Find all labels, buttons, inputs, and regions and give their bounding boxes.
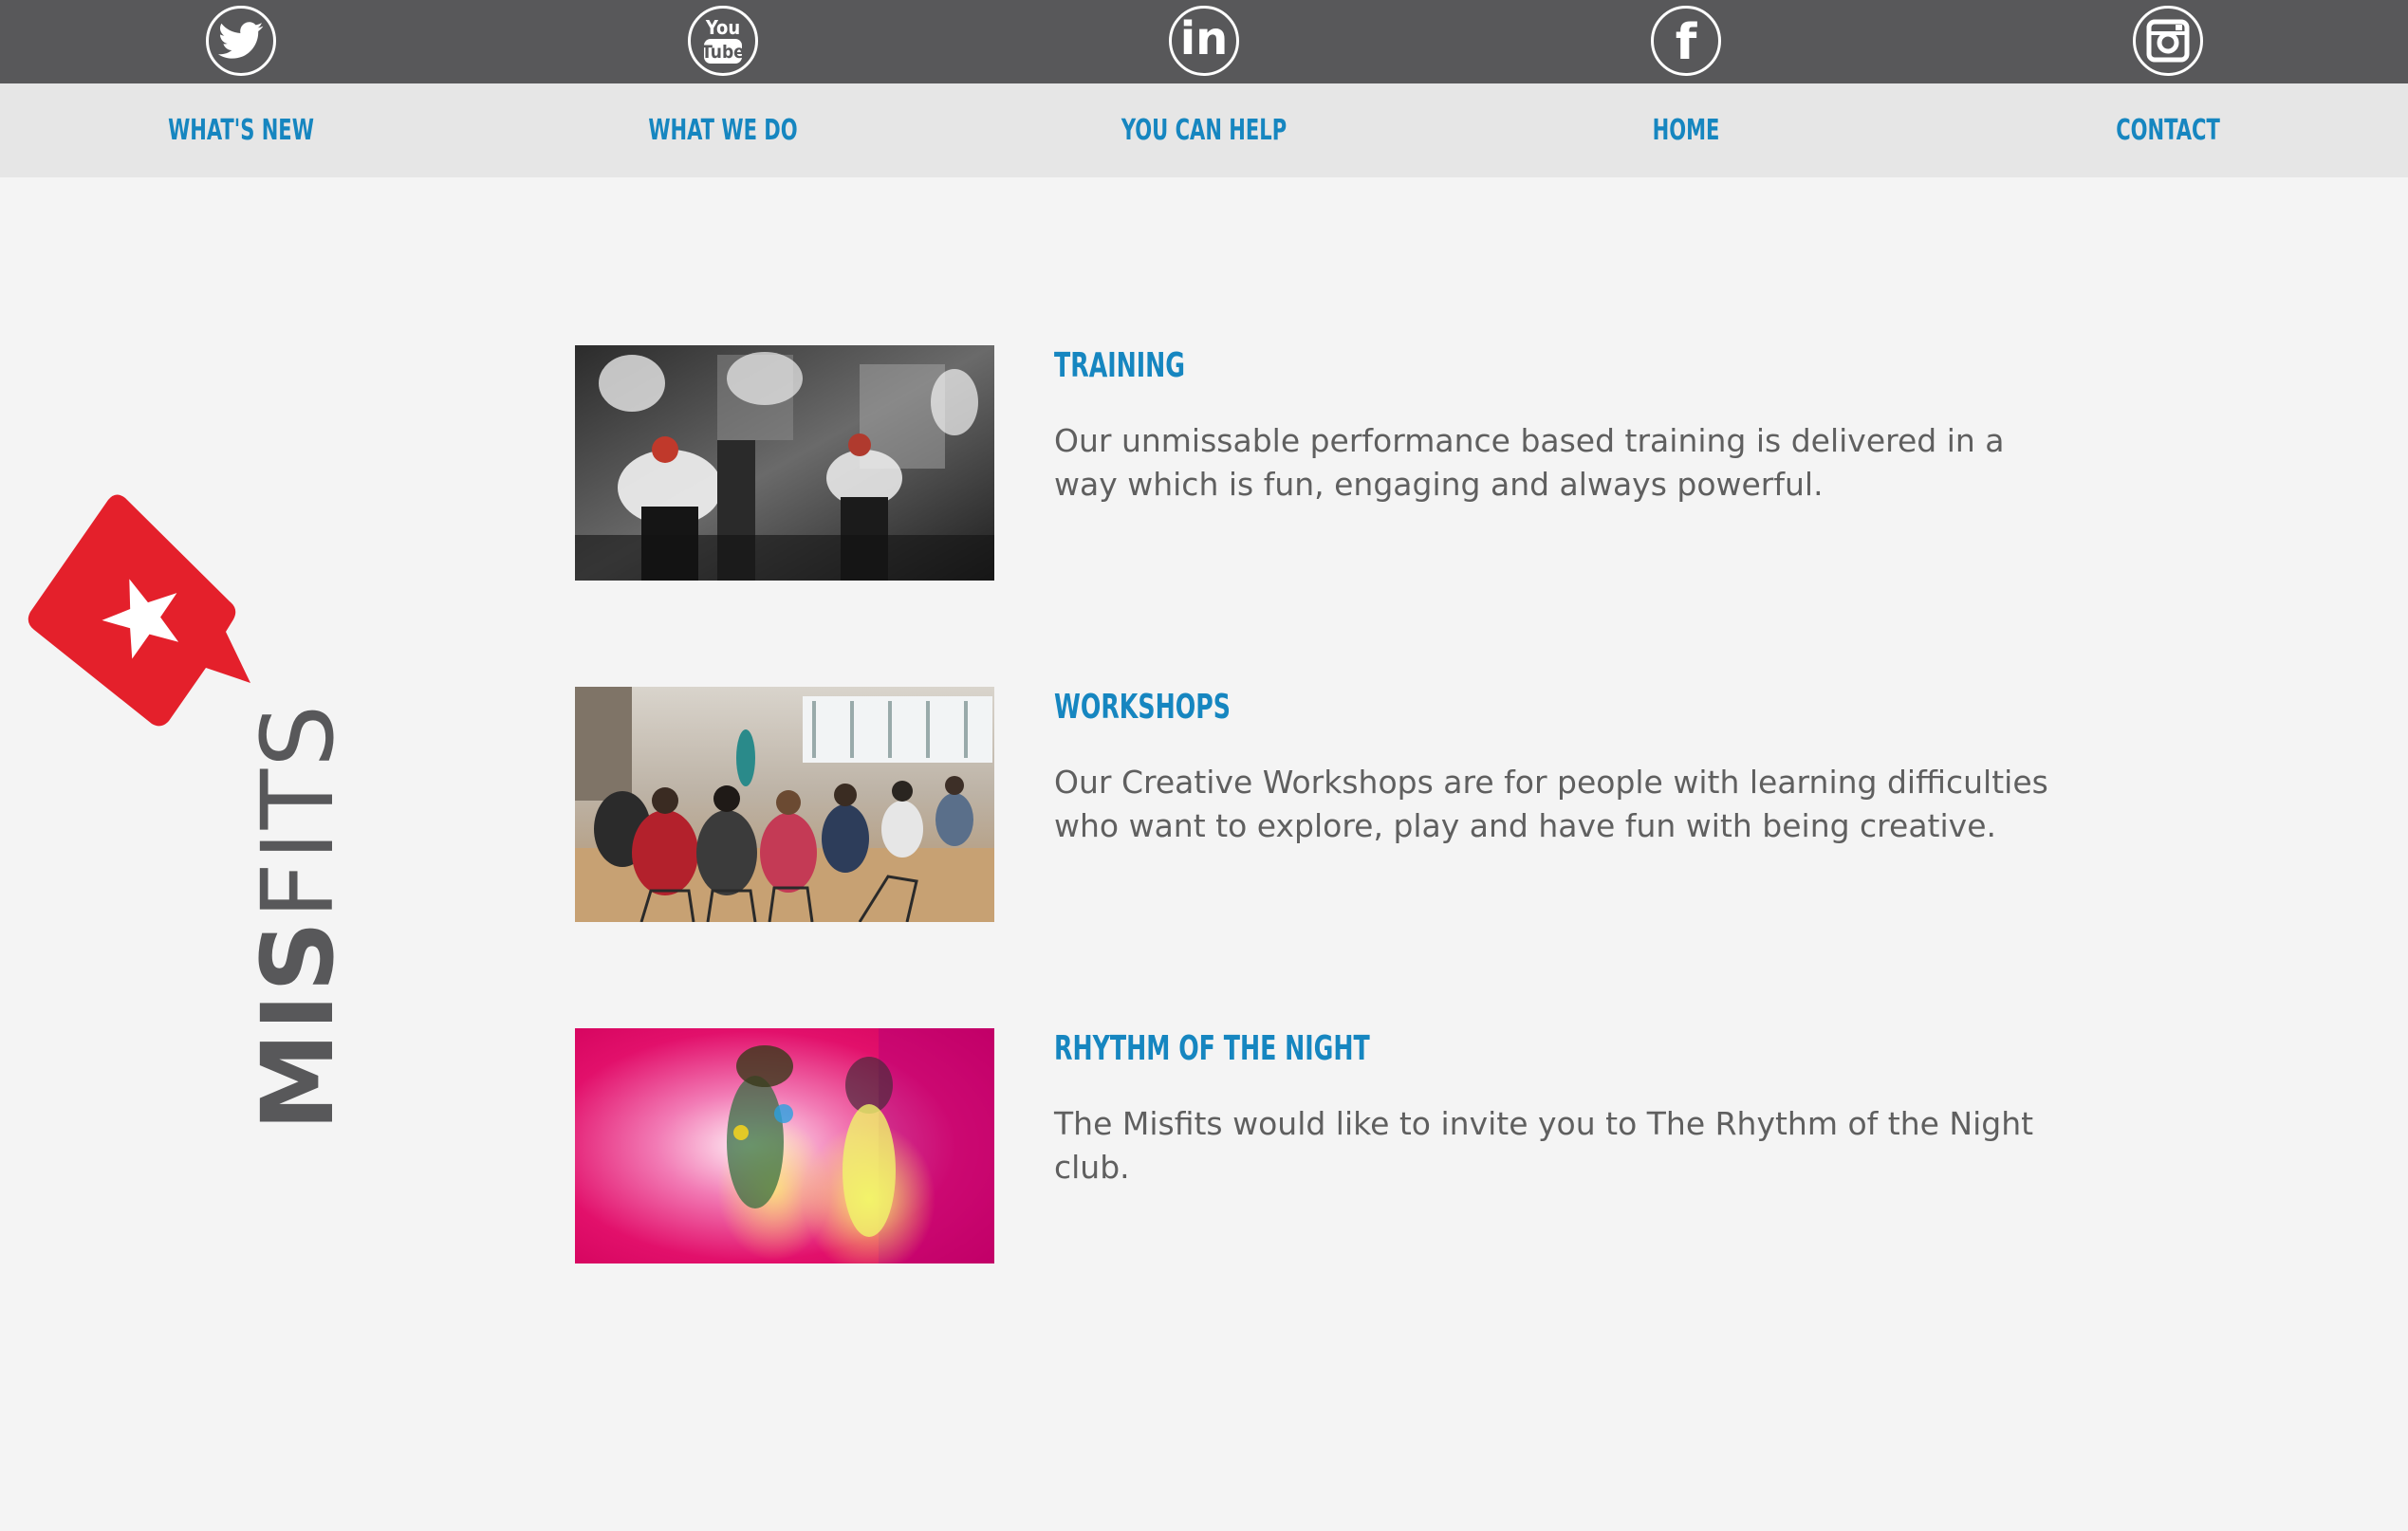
youtube-link[interactable]: You Tube	[688, 6, 758, 76]
article-training: TRAINING Our unmissable performance base…	[575, 345, 2055, 582]
logo-wordmark: MISFITS	[240, 703, 356, 1131]
social-bar: You Tube in f	[0, 0, 2408, 83]
logo-text-bold: MIS	[240, 918, 356, 1131]
main-nav: WHAT'S NEW WHAT WE DO YOU CAN HELP HOME …	[0, 83, 2408, 177]
workshops-image[interactable]	[575, 687, 994, 922]
instagram-link[interactable]	[2133, 6, 2203, 76]
instagram-icon	[2146, 19, 2190, 63]
star-badge-icon	[28, 494, 250, 727]
workshops-title[interactable]: WORKSHOPS	[1054, 687, 1231, 729]
nav-home[interactable]: HOME	[1560, 83, 1811, 177]
article-rhythm-of-the-night: RHYTHM OF THE NIGHT The Misfits would li…	[575, 1028, 2055, 1265]
facebook-link[interactable]: f	[1651, 6, 1721, 76]
nav-you-can-help[interactable]: YOU CAN HELP	[1078, 83, 1329, 177]
rhythm-of-the-night-image[interactable]	[575, 1028, 994, 1264]
training-title[interactable]: TRAINING	[1054, 345, 1185, 387]
logo-text-light: FITS	[240, 702, 356, 919]
workshops-description: Our Creative Workshops are for people wi…	[1054, 764, 2048, 844]
rhythm-of-the-night-title[interactable]: RHYTHM OF THE NIGHT	[1054, 1028, 1370, 1070]
misfits-logo[interactable]: MISFITS	[0, 474, 356, 1157]
twitter-link[interactable]	[206, 6, 276, 76]
rhythm-of-the-night-description: The Misfits would like to invite you to …	[1054, 1105, 2034, 1186]
facebook-icon: f	[1675, 14, 1697, 71]
twitter-icon	[218, 22, 264, 59]
nav-contact[interactable]: CONTACT	[2042, 83, 2293, 177]
youtube-label-bottom: Tube	[701, 42, 745, 63]
article-workshops: WORKSHOPS Our Creative Workshops are for…	[575, 687, 2055, 924]
nav-what-we-do[interactable]: WHAT WE DO	[597, 83, 848, 177]
youtube-icon: You Tube	[701, 16, 745, 64]
youtube-label-top: You	[705, 16, 740, 39]
nav-whats-new[interactable]: WHAT'S NEW	[115, 83, 366, 177]
training-image[interactable]	[575, 345, 994, 581]
linkedin-icon: in	[1179, 12, 1229, 65]
training-description: Our unmissable performance based trainin…	[1054, 422, 2005, 503]
linkedin-link[interactable]: in	[1169, 6, 1239, 76]
